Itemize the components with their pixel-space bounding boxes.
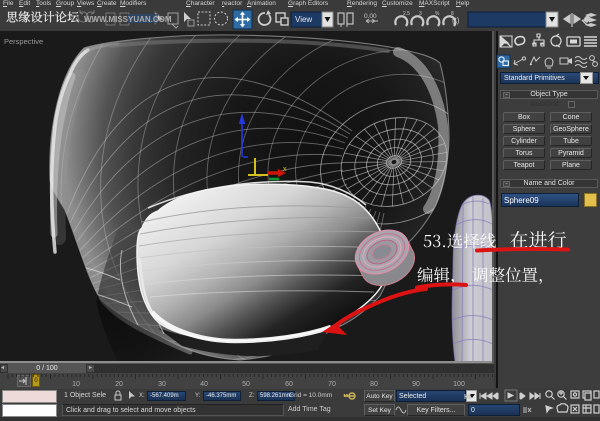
svg-text:x: x bbox=[283, 166, 287, 173]
svg-text:Perspective: Perspective bbox=[4, 37, 43, 46]
